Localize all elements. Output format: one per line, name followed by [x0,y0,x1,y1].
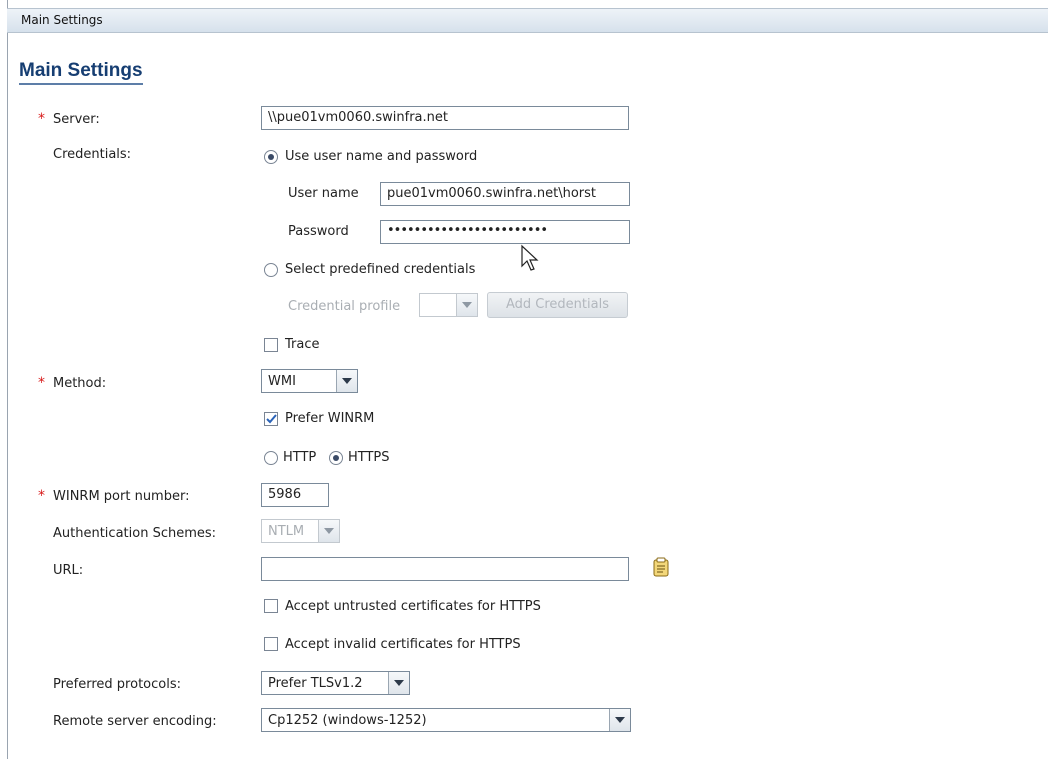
accept-invalid-checkbox[interactable] [264,637,278,651]
radio-use-username-password[interactable] [264,150,278,164]
radio-https[interactable] [329,451,343,465]
required-marker: * [38,111,45,127]
panel-titlebar: Main Settings [7,8,1048,33]
radio-use-username-password-label: Use user name and password [285,149,478,164]
radio-https-label: HTTPS [348,450,390,465]
encoding-value: Cp1252 (windows-1252) [268,713,427,728]
password-label: Password [288,224,349,239]
method-label: Method: [53,376,107,391]
prefer-winrm-checkbox[interactable] [264,412,278,426]
method-value: WMI [268,374,296,389]
clipboard-icon[interactable] [653,557,669,577]
auth-schemes-label: Authentication Schemes: [53,526,217,541]
radio-http[interactable] [264,451,278,465]
winrm-port-label: WINRM port number: [53,489,190,504]
radio-http-label: HTTP [283,450,317,465]
add-credentials-button[interactable]: Add Credentials [487,292,628,318]
password-input[interactable]: •••••••••••••••••••••••• [380,220,630,244]
required-marker: * [38,488,45,504]
panel-border [7,0,8,759]
preferred-protocols-select[interactable]: Prefer TLSv1.2 [261,671,410,695]
credentials-label: Credentials: [53,147,132,162]
page-title: Main Settings [19,60,143,85]
trace-checkbox[interactable] [264,338,278,352]
server-label: Server: [53,112,100,127]
credential-profile-select[interactable] [419,293,478,317]
checkmark-icon [266,414,277,424]
chevron-down-icon [609,709,630,731]
auth-schemes-select[interactable]: NTLM [261,519,340,543]
username-input[interactable]: pue01vm0060.swinfra.net\horst [380,182,630,206]
auth-schemes-value: NTLM [268,524,305,539]
encoding-select[interactable]: Cp1252 (windows-1252) [261,708,631,732]
chevron-down-icon [456,294,477,316]
server-input[interactable]: \\pue01vm0060.swinfra.net [261,106,629,130]
accept-untrusted-label: Accept untrusted certificates for HTTPS [285,599,541,614]
radio-select-predefined-credentials[interactable] [264,263,278,277]
cursor-arrow-icon [521,244,539,271]
chevron-down-icon [318,520,339,542]
chevron-down-icon [336,370,357,392]
encoding-label: Remote server encoding: [53,714,217,729]
panel-title: Main Settings [21,13,103,27]
prefer-winrm-label: Prefer WINRM [285,411,375,426]
username-label: User name [288,186,359,201]
chevron-down-icon [388,672,409,694]
required-marker: * [38,375,45,391]
preferred-protocols-label: Preferred protocols: [53,677,181,692]
url-label: URL: [53,563,84,578]
accept-untrusted-checkbox[interactable] [264,599,278,613]
winrm-port-input[interactable]: 5986 [261,483,329,507]
credential-profile-label: Credential profile [288,299,401,314]
accept-invalid-label: Accept invalid certificates for HTTPS [285,637,521,652]
method-select[interactable]: WMI [261,369,358,393]
url-input[interactable] [261,557,629,581]
radio-select-predefined-credentials-label: Select predefined credentials [285,262,476,277]
trace-label: Trace [285,337,320,352]
preferred-protocols-value: Prefer TLSv1.2 [268,676,363,691]
